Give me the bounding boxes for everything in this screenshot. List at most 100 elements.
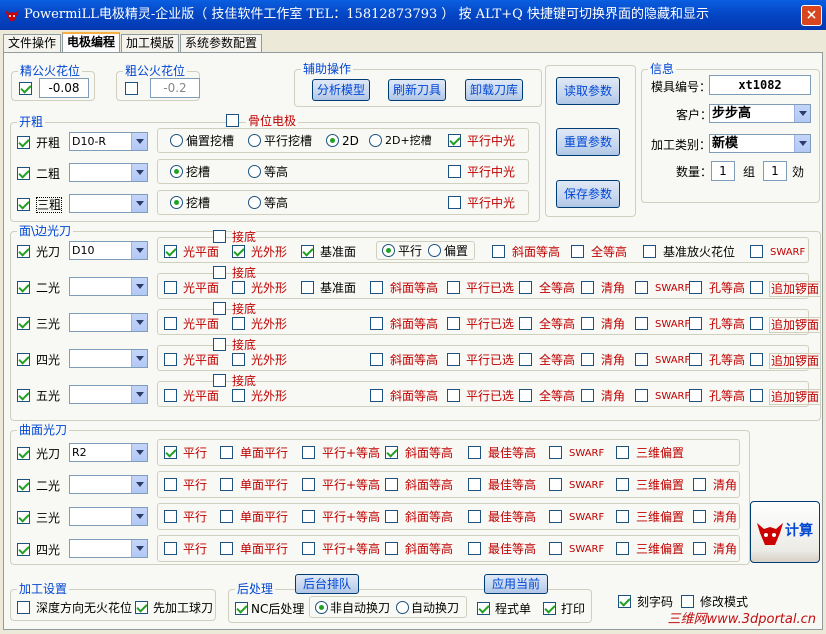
face1-offset-radio[interactable] [428, 244, 441, 257]
curve3-clear-checkbox[interactable] [693, 510, 706, 523]
print-checkbox[interactable] [543, 602, 556, 615]
curve4-off3d-checkbox[interactable] [616, 542, 629, 555]
parallel-pocket-radio[interactable] [248, 134, 261, 147]
offset-pocket-radio[interactable] [170, 134, 183, 147]
fine-spark-checkbox[interactable] [19, 82, 32, 95]
curve2-facepar-checkbox[interactable] [220, 478, 233, 491]
rough1-parallel-finish-checkbox[interactable] [448, 134, 461, 147]
curve3-checkbox[interactable] [17, 511, 30, 524]
face1-tool-select[interactable]: D10 [69, 241, 148, 260]
chevron-down-icon[interactable] [131, 476, 147, 493]
face1-alleq-checkbox[interactable] [571, 245, 584, 258]
tab-file[interactable]: 文件操作 [3, 34, 62, 53]
face4-clear-checkbox[interactable] [581, 353, 594, 366]
face2-slope-checkbox[interactable] [370, 281, 383, 294]
curve2-best-checkbox[interactable] [468, 478, 481, 491]
curve3-pareq-checkbox[interactable] [302, 510, 315, 523]
face1-checkbox[interactable] [17, 245, 30, 258]
rough3-parallel-finish-checkbox[interactable] [448, 196, 461, 209]
chevron-down-icon[interactable] [794, 135, 810, 152]
curve1-off3d-checkbox[interactable] [616, 446, 629, 459]
refresh-tools-button[interactable]: 刷新刀具 [388, 79, 446, 101]
face4-swarf-checkbox[interactable] [635, 353, 648, 366]
face2-ref-checkbox[interactable] [301, 281, 314, 294]
rough-spark-input[interactable]: -0.2 [150, 78, 200, 98]
face5-checkbox[interactable] [17, 389, 30, 402]
chevron-down-icon[interactable] [131, 444, 147, 461]
face5-outline-checkbox[interactable] [232, 389, 245, 402]
curve3-tool-select[interactable] [69, 507, 148, 526]
face1-refspark-checkbox[interactable] [643, 245, 656, 258]
ball-first-checkbox[interactable] [135, 601, 148, 614]
face1-base-checkbox[interactable] [213, 230, 226, 243]
curve2-checkbox[interactable] [17, 479, 30, 492]
chevron-down-icon[interactable] [131, 195, 147, 212]
chevron-down-icon[interactable] [131, 386, 147, 403]
position-electrode-checkbox[interactable] [226, 114, 239, 127]
face4-outline-checkbox[interactable] [232, 353, 245, 366]
curve1-best-checkbox[interactable] [468, 446, 481, 459]
close-button[interactable]: × [801, 5, 822, 26]
curve4-swarf-checkbox[interactable] [549, 542, 562, 555]
2d-radio[interactable] [326, 134, 339, 147]
curve1-slope-checkbox[interactable] [385, 446, 398, 459]
rough2-pocket-radio[interactable] [170, 165, 183, 178]
face3-slope-checkbox[interactable] [370, 317, 383, 330]
modify-mode-checkbox[interactable] [681, 595, 694, 608]
face4-addsink-checkbox[interactable] [750, 353, 763, 366]
rough3-pocket-radio[interactable] [170, 196, 183, 209]
curve1-par-checkbox[interactable] [164, 446, 177, 459]
chevron-down-icon[interactable] [131, 242, 147, 259]
face4-holeeq-checkbox[interactable] [689, 353, 702, 366]
face2-outline-checkbox[interactable] [232, 281, 245, 294]
nc-post-checkbox[interactable] [235, 602, 248, 615]
face3-paradone-checkbox[interactable] [447, 317, 460, 330]
face2-checkbox[interactable] [17, 281, 30, 294]
rough2-zlevel-radio[interactable] [248, 165, 261, 178]
curve2-slope-checkbox[interactable] [385, 478, 398, 491]
curve3-par-checkbox[interactable] [164, 510, 177, 523]
calculate-button[interactable]: 计算 [750, 501, 820, 563]
2d-pocket-radio[interactable] [369, 134, 382, 147]
curve3-off3d-checkbox[interactable] [616, 510, 629, 523]
face1-swarf-checkbox[interactable] [750, 245, 763, 258]
face2-swarf-checkbox[interactable] [635, 281, 648, 294]
read-params-button[interactable]: 读取参数 [556, 77, 620, 105]
rough-spark-checkbox[interactable] [125, 82, 138, 95]
tab-template[interactable]: 加工模版 [121, 34, 180, 53]
program-sheet-checkbox[interactable] [477, 602, 490, 615]
analyze-model-button[interactable]: 分析模型 [312, 79, 370, 101]
face5-base-checkbox[interactable] [213, 374, 226, 387]
face3-alleq-checkbox[interactable] [519, 317, 532, 330]
face4-slope-checkbox[interactable] [370, 353, 383, 366]
curve4-pareq-checkbox[interactable] [302, 542, 315, 555]
apply-current-button[interactable]: 应用当前 [484, 574, 548, 594]
rough3-zlevel-radio[interactable] [248, 196, 261, 209]
curve1-tool-select[interactable]: R2 [69, 443, 148, 462]
curve2-pareq-checkbox[interactable] [302, 478, 315, 491]
save-params-button[interactable]: 保存参数 [556, 180, 620, 208]
face3-checkbox[interactable] [17, 317, 30, 330]
mold-number-input[interactable]: xt1082 [709, 75, 811, 95]
face3-holeeq-checkbox[interactable] [689, 317, 702, 330]
curve2-tool-select[interactable] [69, 475, 148, 494]
curve4-slope-checkbox[interactable] [385, 542, 398, 555]
face5-alleq-checkbox[interactable] [519, 389, 532, 402]
rough2-checkbox[interactable] [17, 167, 30, 180]
unload-library-button[interactable]: 卸载刀库 [465, 79, 523, 101]
face1-outline-checkbox[interactable] [232, 245, 245, 258]
face2-holeeq-checkbox[interactable] [689, 281, 702, 294]
face3-outline-checkbox[interactable] [232, 317, 245, 330]
face5-flat-checkbox[interactable] [164, 389, 177, 402]
curve3-best-checkbox[interactable] [468, 510, 481, 523]
curve1-checkbox[interactable] [17, 447, 30, 460]
background-queue-button[interactable]: 后台排队 [295, 574, 359, 594]
face5-paradone-checkbox[interactable] [447, 389, 460, 402]
face2-base-checkbox[interactable] [213, 266, 226, 279]
chevron-down-icon[interactable] [131, 508, 147, 525]
face5-slope-checkbox[interactable] [370, 389, 383, 402]
curve1-pareq-checkbox[interactable] [302, 446, 315, 459]
qty-input[interactable]: 1 [711, 161, 735, 181]
engrave-checkbox[interactable] [618, 595, 631, 608]
curve4-tool-select[interactable] [69, 539, 148, 558]
